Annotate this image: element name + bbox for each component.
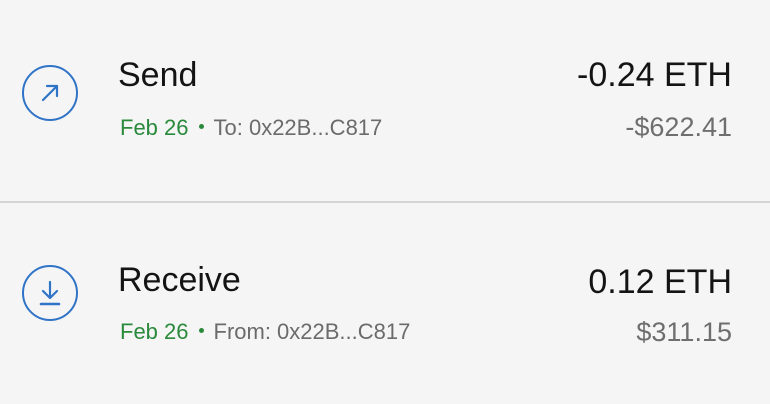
transaction-row-receive[interactable]: Receive Feb 26 From: 0x22B...C817 0.12 ET… bbox=[0, 203, 770, 403]
separator-dot bbox=[198, 123, 204, 129]
transaction-amount: 0.12 ETH bbox=[588, 263, 732, 301]
transaction-title: Send bbox=[118, 56, 198, 94]
transaction-date: Feb 26 bbox=[120, 319, 189, 344]
transaction-fiat-value: $311.15 bbox=[636, 317, 732, 347]
download-icon bbox=[22, 265, 78, 321]
transaction-meta: Feb 26 From: 0x22B...C817 bbox=[120, 321, 410, 343]
transaction-date: Feb 26 bbox=[120, 115, 189, 140]
transaction-list: Send Feb 26 To: 0x22B...C817 -0.24 ETH -$… bbox=[0, 0, 770, 404]
separator-dot bbox=[198, 327, 204, 333]
transaction-address: From: 0x22B...C817 bbox=[213, 319, 411, 344]
arrow-up-right-icon bbox=[22, 65, 78, 121]
transaction-row-send[interactable]: Send Feb 26 To: 0x22B...C817 -0.24 ETH -$… bbox=[0, 0, 770, 200]
transaction-title: Receive bbox=[118, 261, 241, 299]
transaction-meta: Feb 26 To: 0x22B...C817 bbox=[120, 117, 382, 139]
transaction-amount: -0.24 ETH bbox=[577, 56, 732, 94]
transaction-address: To: 0x22B...C817 bbox=[213, 115, 383, 140]
transaction-fiat-value: -$622.41 bbox=[625, 112, 732, 142]
